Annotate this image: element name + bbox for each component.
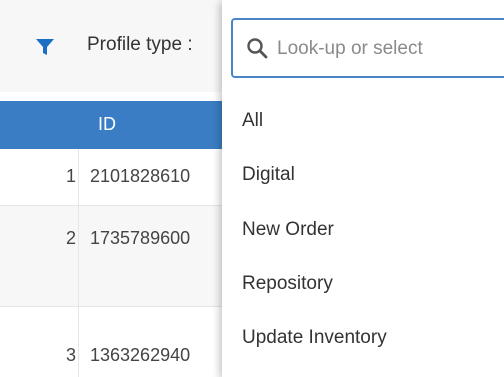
option-digital[interactable]: Digital <box>222 152 504 204</box>
search-field[interactable] <box>231 18 504 78</box>
row-id: 1363262940 <box>90 345 191 365</box>
option-new-order[interactable]: New Order <box>222 207 504 259</box>
option-label: Digital <box>242 164 295 185</box>
filter-icon[interactable] <box>35 37 55 57</box>
table-row[interactable]: 3 1363262940 <box>0 307 230 377</box>
column-divider <box>78 149 79 205</box>
search-icon <box>247 38 268 59</box>
profile-type-dropdown: All Digital New Order Repository Update … <box>222 0 504 377</box>
column-header-id[interactable]: ID <box>98 114 116 135</box>
option-label: Repository <box>242 273 333 294</box>
row-id: 1735789600 <box>90 228 191 248</box>
search-input[interactable] <box>275 32 499 66</box>
option-all[interactable]: All <box>222 98 504 150</box>
column-divider <box>78 307 79 377</box>
row-number: 3 <box>65 345 76 365</box>
table-header: ID <box>0 101 230 149</box>
row-number: 2 <box>65 228 76 248</box>
option-repository[interactable]: Repository <box>222 261 504 313</box>
column-divider <box>78 206 79 306</box>
row-id: 2101828610 <box>90 166 191 186</box>
option-label: All <box>242 110 264 131</box>
row-number: 1 <box>65 166 76 186</box>
option-label: Update Inventory <box>242 327 387 348</box>
option-label: New Order <box>242 219 334 240</box>
table-row[interactable]: 2 1735789600 <box>0 206 230 307</box>
table-row[interactable]: 1 2101828610 <box>0 149 230 206</box>
results-table: ID 1 2101828610 2 1735789600 3 136326294… <box>0 101 230 377</box>
profile-type-label: Profile type : <box>87 34 193 55</box>
option-update-inventory[interactable]: Update Inventory <box>222 315 504 367</box>
